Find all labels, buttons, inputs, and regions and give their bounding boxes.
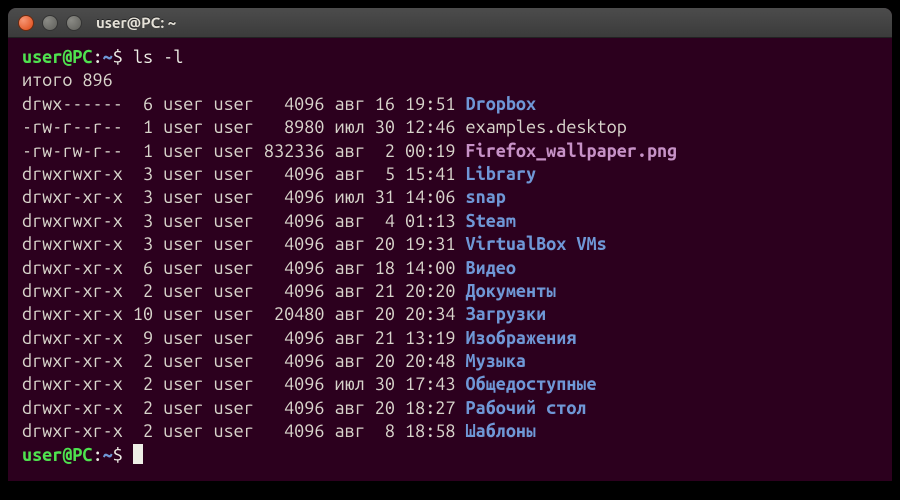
- prompt-path: ~: [103, 445, 113, 465]
- entry-name: Шаблоны: [466, 421, 537, 441]
- list-item: drwxrwxr-x 3 user user 4096 авг 5 15:41 …: [22, 163, 878, 186]
- entry-meta: drwx------ 6 user user 4096 авг 16 19:51: [22, 94, 466, 114]
- window-title: user@PC: ~: [96, 14, 176, 31]
- entry-name: Dropbox: [466, 94, 537, 114]
- entry-name: Видео: [466, 258, 516, 278]
- list-item: drwxr-xr-x 2 user user 4096 июл 30 17:43…: [22, 373, 878, 396]
- list-item: -rw-r--r-- 1 user user 8980 июл 30 12:46…: [22, 116, 878, 139]
- entry-meta: -rw-r--r-- 1 user user 8980 июл 30 12:46: [22, 117, 466, 137]
- entry-meta: -rw-rw-r-- 1 user user 832336 авг 2 00:1…: [22, 141, 466, 161]
- entry-name: VirtualBox VMs: [466, 234, 607, 254]
- prompt-colon: :: [93, 445, 103, 465]
- entry-meta: drwxr-xr-x 2 user user 4096 авг 20 18:27: [22, 398, 466, 418]
- list-item: drwxr-xr-x 6 user user 4096 авг 18 14:00…: [22, 257, 878, 280]
- entry-meta: drwxr-xr-x 6 user user 4096 авг 18 14:00: [22, 258, 466, 278]
- list-item: drwxr-xr-x 2 user user 4096 авг 20 18:27…: [22, 397, 878, 420]
- list-item: -rw-rw-r-- 1 user user 832336 авг 2 00:1…: [22, 140, 878, 163]
- entry-name: Рабочий стол: [466, 398, 587, 418]
- entry-meta: drwxr-xr-x 9 user user 4096 авг 21 13:19: [22, 328, 466, 348]
- entry-meta: drwxrwxr-x 3 user user 4096 авг 20 19:31: [22, 234, 466, 254]
- prompt-userhost: user@PC: [22, 47, 93, 67]
- list-item: drwxrwxr-x 3 user user 4096 авг 4 01:13 …: [22, 210, 878, 233]
- entry-name: examples.desktop: [466, 117, 627, 137]
- entry-meta: drwxr-xr-x 2 user user 4096 авг 20 20:48: [22, 351, 466, 371]
- titlebar[interactable]: user@PC: ~: [8, 8, 892, 38]
- minimize-icon[interactable]: [42, 15, 58, 31]
- cursor: [133, 444, 143, 464]
- entry-meta: drwxr-xr-x 3 user user 4096 июл 31 14:06: [22, 187, 466, 207]
- entry-meta: drwxr-xr-x 2 user user 4096 авг 21 20:20: [22, 281, 466, 301]
- entry-meta: drwxr-xr-x 2 user user 4096 авг 8 18:58: [22, 421, 466, 441]
- entry-meta: drwxrwxr-x 3 user user 4096 авг 4 01:13: [22, 211, 466, 231]
- entry-meta: drwxrwxr-x 3 user user 4096 авг 5 15:41: [22, 164, 466, 184]
- prompt-path: ~: [103, 47, 113, 67]
- entry-meta: drwxr-xr-x 10 user user 20480 авг 20 20:…: [22, 304, 466, 324]
- entry-name: Документы: [466, 281, 557, 301]
- list-item: drwxrwxr-x 3 user user 4096 авг 20 19:31…: [22, 233, 878, 256]
- list-item: drwxr-xr-x 3 user user 4096 июл 31 14:06…: [22, 186, 878, 209]
- entry-name: Library: [466, 164, 537, 184]
- entry-meta: drwxr-xr-x 2 user user 4096 июл 30 17:43: [22, 374, 466, 394]
- entry-name: Steam: [466, 211, 516, 231]
- terminal-body[interactable]: user@PC:~$ ls -lитого 896drwx------ 6 us…: [8, 38, 892, 481]
- prompt: user@PC:~$: [22, 445, 123, 465]
- total-line: итого 896: [22, 69, 878, 92]
- list-item: drwxr-xr-x 2 user user 4096 авг 20 20:48…: [22, 350, 878, 373]
- list-item: drwxr-xr-x 2 user user 4096 авг 21 20:20…: [22, 280, 878, 303]
- prompt: user@PC:~$: [22, 47, 123, 67]
- list-item: drwxr-xr-x 10 user user 20480 авг 20 20:…: [22, 303, 878, 326]
- prompt-userhost: user@PC: [22, 445, 93, 465]
- entry-name: Общедоступные: [466, 374, 597, 394]
- typed-command: ls -l: [123, 47, 183, 67]
- entry-name: Firefox_wallpaper.png: [466, 141, 678, 161]
- list-item: drwxr-xr-x 9 user user 4096 авг 21 13:19…: [22, 327, 878, 350]
- entry-name: snap: [466, 187, 506, 207]
- close-icon[interactable]: [18, 15, 34, 31]
- entry-name: Музыка: [466, 351, 526, 371]
- list-item: drwxr-xr-x 2 user user 4096 авг 8 18:58 …: [22, 420, 878, 443]
- prompt-sigil: $: [113, 445, 123, 465]
- prompt-colon: :: [93, 47, 103, 67]
- list-item: drwx------ 6 user user 4096 авг 16 19:51…: [22, 93, 878, 116]
- prompt-sigil: $: [113, 47, 123, 67]
- terminal-window: user@PC: ~ user@PC:~$ ls -lитого 896drwx…: [8, 8, 892, 481]
- maximize-icon[interactable]: [66, 15, 82, 31]
- entry-name: Изображения: [466, 328, 577, 348]
- entry-name: Загрузки: [466, 304, 547, 324]
